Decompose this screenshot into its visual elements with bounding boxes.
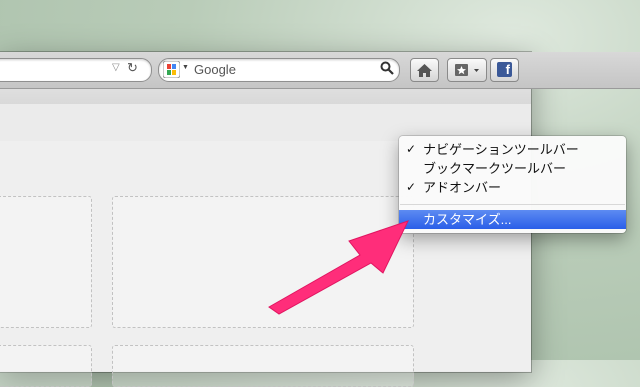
menu-item-label: カスタマイズ... (423, 212, 512, 227)
bookmark-button[interactable] (447, 58, 487, 82)
menu-item-label: アドオンバー (423, 180, 502, 195)
menu-item-navigation-toolbar[interactable]: ✓ ナビゲーションツールバー (399, 140, 626, 159)
reload-icon[interactable]: ↻ (127, 60, 138, 76)
menu-item-label: ブックマークツールバー (423, 161, 567, 176)
search-placeholder: Google (194, 62, 236, 77)
menu-item-bookmarks-toolbar[interactable]: ブックマークツールバー (399, 159, 626, 178)
facebook-icon: f (497, 62, 512, 77)
check-icon: ✓ (405, 142, 417, 156)
pointer-arrow (268, 220, 409, 315)
magnifier-icon[interactable] (380, 61, 394, 75)
home-icon (417, 64, 432, 77)
engine-dropdown-icon[interactable]: ▼ (182, 64, 189, 71)
menu-separator (400, 204, 625, 205)
google-icon[interactable] (163, 61, 180, 78)
tile-placeholder[interactable] (112, 345, 414, 387)
toolbar-context-menu: ✓ ナビゲーションツールバー ブックマークツールバー ✓ アドオンバー カスタマ… (399, 136, 626, 233)
tile-placeholder[interactable] (0, 345, 92, 387)
menu-item-addon-bar[interactable]: ✓ アドオンバー (399, 178, 626, 197)
menu-item-label: ナビゲーションツールバー (423, 142, 579, 157)
bookmark-star-icon (455, 64, 479, 76)
check-icon: ✓ (405, 180, 417, 194)
facebook-button[interactable]: f (490, 58, 519, 82)
url-dropdown-icon[interactable]: ▽ (112, 62, 120, 73)
home-button[interactable] (410, 58, 439, 82)
menu-item-customize[interactable]: カスタマイズ... (399, 210, 626, 229)
tile-placeholder[interactable] (0, 196, 92, 328)
